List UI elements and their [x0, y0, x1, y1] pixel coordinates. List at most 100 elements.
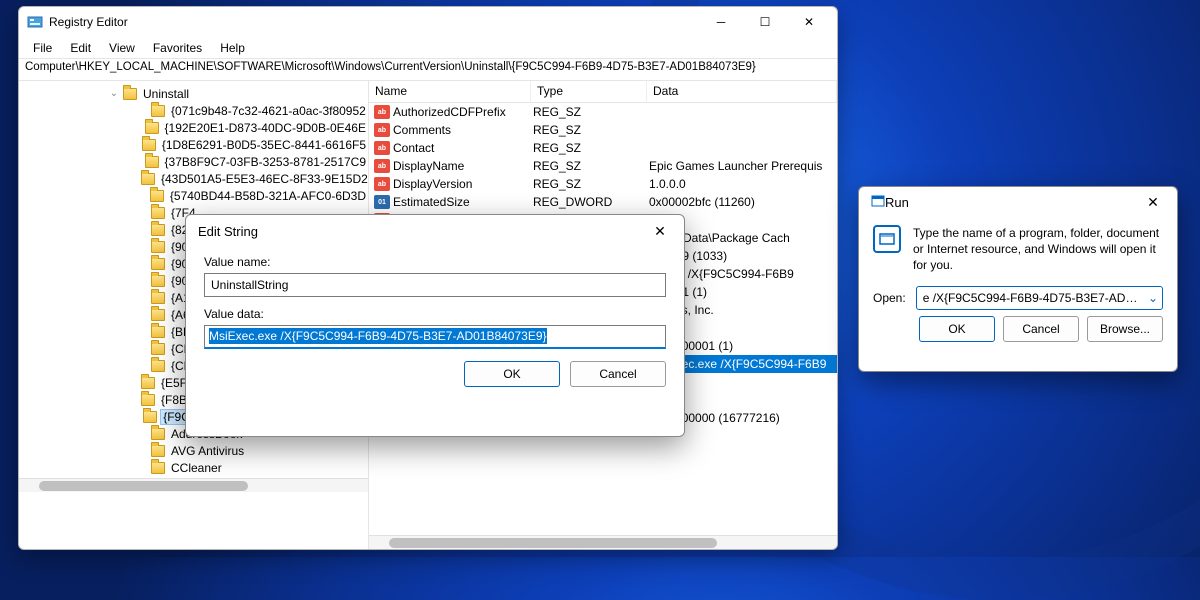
tree-node-label: {37B8F9C7-03FB-3253-8781-2517C9: [163, 155, 368, 169]
folder-icon: [142, 139, 156, 151]
run-dialog: Run ✕ Type the name of a program, folder…: [858, 186, 1178, 372]
window-title: Registry Editor: [49, 15, 128, 29]
chevron-down-icon[interactable]: ⌄: [1144, 291, 1162, 305]
value-type: REG_SZ: [533, 105, 649, 119]
value-name: Contact: [393, 141, 533, 155]
value-name-input[interactable]: [204, 273, 666, 297]
col-name[interactable]: Name: [369, 81, 531, 102]
reg-sz-icon: [374, 105, 390, 119]
tree-node-label: {43D501A5-E5E3-46EC-8F33-9E15D2: [159, 172, 369, 186]
value-type: REG_SZ: [533, 141, 649, 155]
value-type: REG_DWORD: [533, 195, 649, 209]
folder-icon: [151, 292, 165, 304]
address-bar[interactable]: Computer\HKEY_LOCAL_MACHINE\SOFTWARE\Mic…: [19, 59, 837, 81]
folder-icon: [145, 156, 159, 168]
tree-h-scrollbar[interactable]: [19, 478, 368, 492]
reg-sz-icon: [374, 159, 390, 173]
run-description: Type the name of a program, folder, docu…: [913, 225, 1163, 274]
value-row[interactable]: DisplayNameREG_SZEpic Games Launcher Pre…: [369, 157, 837, 175]
run-window-icon: [871, 194, 885, 211]
run-ok-button[interactable]: OK: [919, 316, 995, 342]
value-data-label: Value data:: [204, 307, 666, 321]
value-row[interactable]: DisplayVersionREG_SZ1.0.0.0: [369, 175, 837, 193]
open-value: e /X{F9C5C994-F6B9-4D75-B3E7-AD01B84073E…: [917, 291, 1144, 305]
value-name: DisplayName: [393, 159, 533, 173]
tree-node[interactable]: {1D8E6291-B0D5-35EC-8441-6616F5: [49, 136, 368, 153]
tree-node-label: {1D8E6291-B0D5-35EC-8441-6616F5: [160, 138, 368, 152]
open-combobox[interactable]: e /X{F9C5C994-F6B9-4D75-B3E7-AD01B84073E…: [916, 286, 1163, 310]
folder-icon: [151, 105, 165, 117]
menu-file[interactable]: File: [25, 39, 60, 57]
value-type: REG_SZ: [533, 123, 649, 137]
run-cancel-button[interactable]: Cancel: [1003, 316, 1079, 342]
value-data-input[interactable]: MsiExec.exe /X{F9C5C994-F6B9-4D75-B3E7-A…: [204, 325, 666, 349]
minimize-button[interactable]: ─: [699, 8, 743, 36]
maximize-button[interactable]: ☐: [743, 8, 787, 36]
tree-node-label: {192E20E1-D873-40DC-9D0B-0E46E: [163, 121, 368, 135]
values-h-scrollbar[interactable]: [369, 535, 837, 549]
regedit-icon: [27, 14, 43, 30]
tree-node[interactable]: {43D501A5-E5E3-46EC-8F33-9E15D2: [49, 170, 368, 187]
value-data: 1.0.0.0: [649, 177, 837, 191]
value-row[interactable]: EstimatedSizeREG_DWORD0x00002bfc (11260): [369, 193, 837, 211]
dialog-title: Edit String: [198, 224, 258, 239]
open-label: Open:: [873, 291, 906, 305]
value-type: REG_SZ: [533, 177, 649, 191]
tree-node[interactable]: AVG Antivirus: [49, 442, 368, 459]
run-browse-button[interactable]: Browse...: [1087, 316, 1163, 342]
value-name-label: Value name:: [204, 255, 666, 269]
menubar: File Edit View Favorites Help: [19, 37, 837, 59]
folder-icon: [123, 88, 137, 100]
menu-view[interactable]: View: [101, 39, 143, 57]
folder-icon: [151, 224, 165, 236]
tree-node[interactable]: {37B8F9C7-03FB-3253-8781-2517C9: [49, 153, 368, 170]
run-icon: [873, 225, 901, 253]
reg-sz-icon: [374, 123, 390, 137]
folder-icon: [141, 173, 155, 185]
value-row[interactable]: AuthorizedCDFPrefixREG_SZ: [369, 103, 837, 121]
menu-help[interactable]: Help: [212, 39, 253, 57]
folder-icon: [151, 343, 165, 355]
reg-sz-icon: [374, 177, 390, 191]
tree-node[interactable]: {192E20E1-D873-40DC-9D0B-0E46E: [49, 119, 368, 136]
tree-node-uninstall[interactable]: ⌄ Uninstall: [49, 85, 368, 102]
tree-node[interactable]: {5740BD44-B58D-321A-AFC0-6D3D: [49, 187, 368, 204]
col-type[interactable]: Type: [531, 81, 647, 102]
folder-icon: [151, 360, 165, 372]
titlebar[interactable]: Registry Editor ─ ☐ ✕: [19, 7, 837, 37]
col-data[interactable]: Data: [647, 81, 837, 102]
tree-node-label: CCleaner: [169, 461, 224, 475]
run-title: Run: [885, 195, 909, 210]
cancel-button[interactable]: Cancel: [570, 361, 666, 387]
columns-header[interactable]: Name Type Data: [369, 81, 837, 103]
value-name: Comments: [393, 123, 533, 137]
value-row[interactable]: CommentsREG_SZ: [369, 121, 837, 139]
folder-icon: [143, 411, 157, 423]
value-name: EstimatedSize: [393, 195, 533, 209]
run-close-button[interactable]: ✕: [1135, 188, 1171, 216]
folder-icon: [151, 445, 165, 457]
tree-node[interactable]: {071c9b48-7c32-4621-a0ac-3f80952: [49, 102, 368, 119]
tree-node[interactable]: CCleaner: [49, 459, 368, 476]
dialog-titlebar[interactable]: Edit String ✕: [186, 215, 684, 247]
folder-icon: [150, 190, 164, 202]
folder-icon: [151, 258, 165, 270]
folder-icon: [145, 122, 159, 134]
tree-node-label: {071c9b48-7c32-4621-a0ac-3f80952: [169, 104, 368, 118]
value-data: Epic Games Launcher Prerequis: [649, 159, 837, 173]
folder-icon: [151, 241, 165, 253]
value-data: 0x00002bfc (11260): [649, 195, 837, 209]
folder-icon: [151, 309, 165, 321]
close-button[interactable]: ✕: [787, 8, 831, 36]
edit-string-dialog: Edit String ✕ Value name: Value data: Ms…: [185, 214, 685, 437]
menu-favorites[interactable]: Favorites: [145, 39, 210, 57]
dialog-close-button[interactable]: ✕: [642, 217, 678, 245]
folder-icon: [151, 207, 165, 219]
reg-dword-icon: [374, 195, 390, 209]
tree-node-label: AVG Antivirus: [169, 444, 246, 458]
value-row[interactable]: ContactREG_SZ: [369, 139, 837, 157]
folder-icon: [151, 326, 165, 338]
menu-edit[interactable]: Edit: [62, 39, 99, 57]
folder-icon: [141, 377, 155, 389]
ok-button[interactable]: OK: [464, 361, 560, 387]
